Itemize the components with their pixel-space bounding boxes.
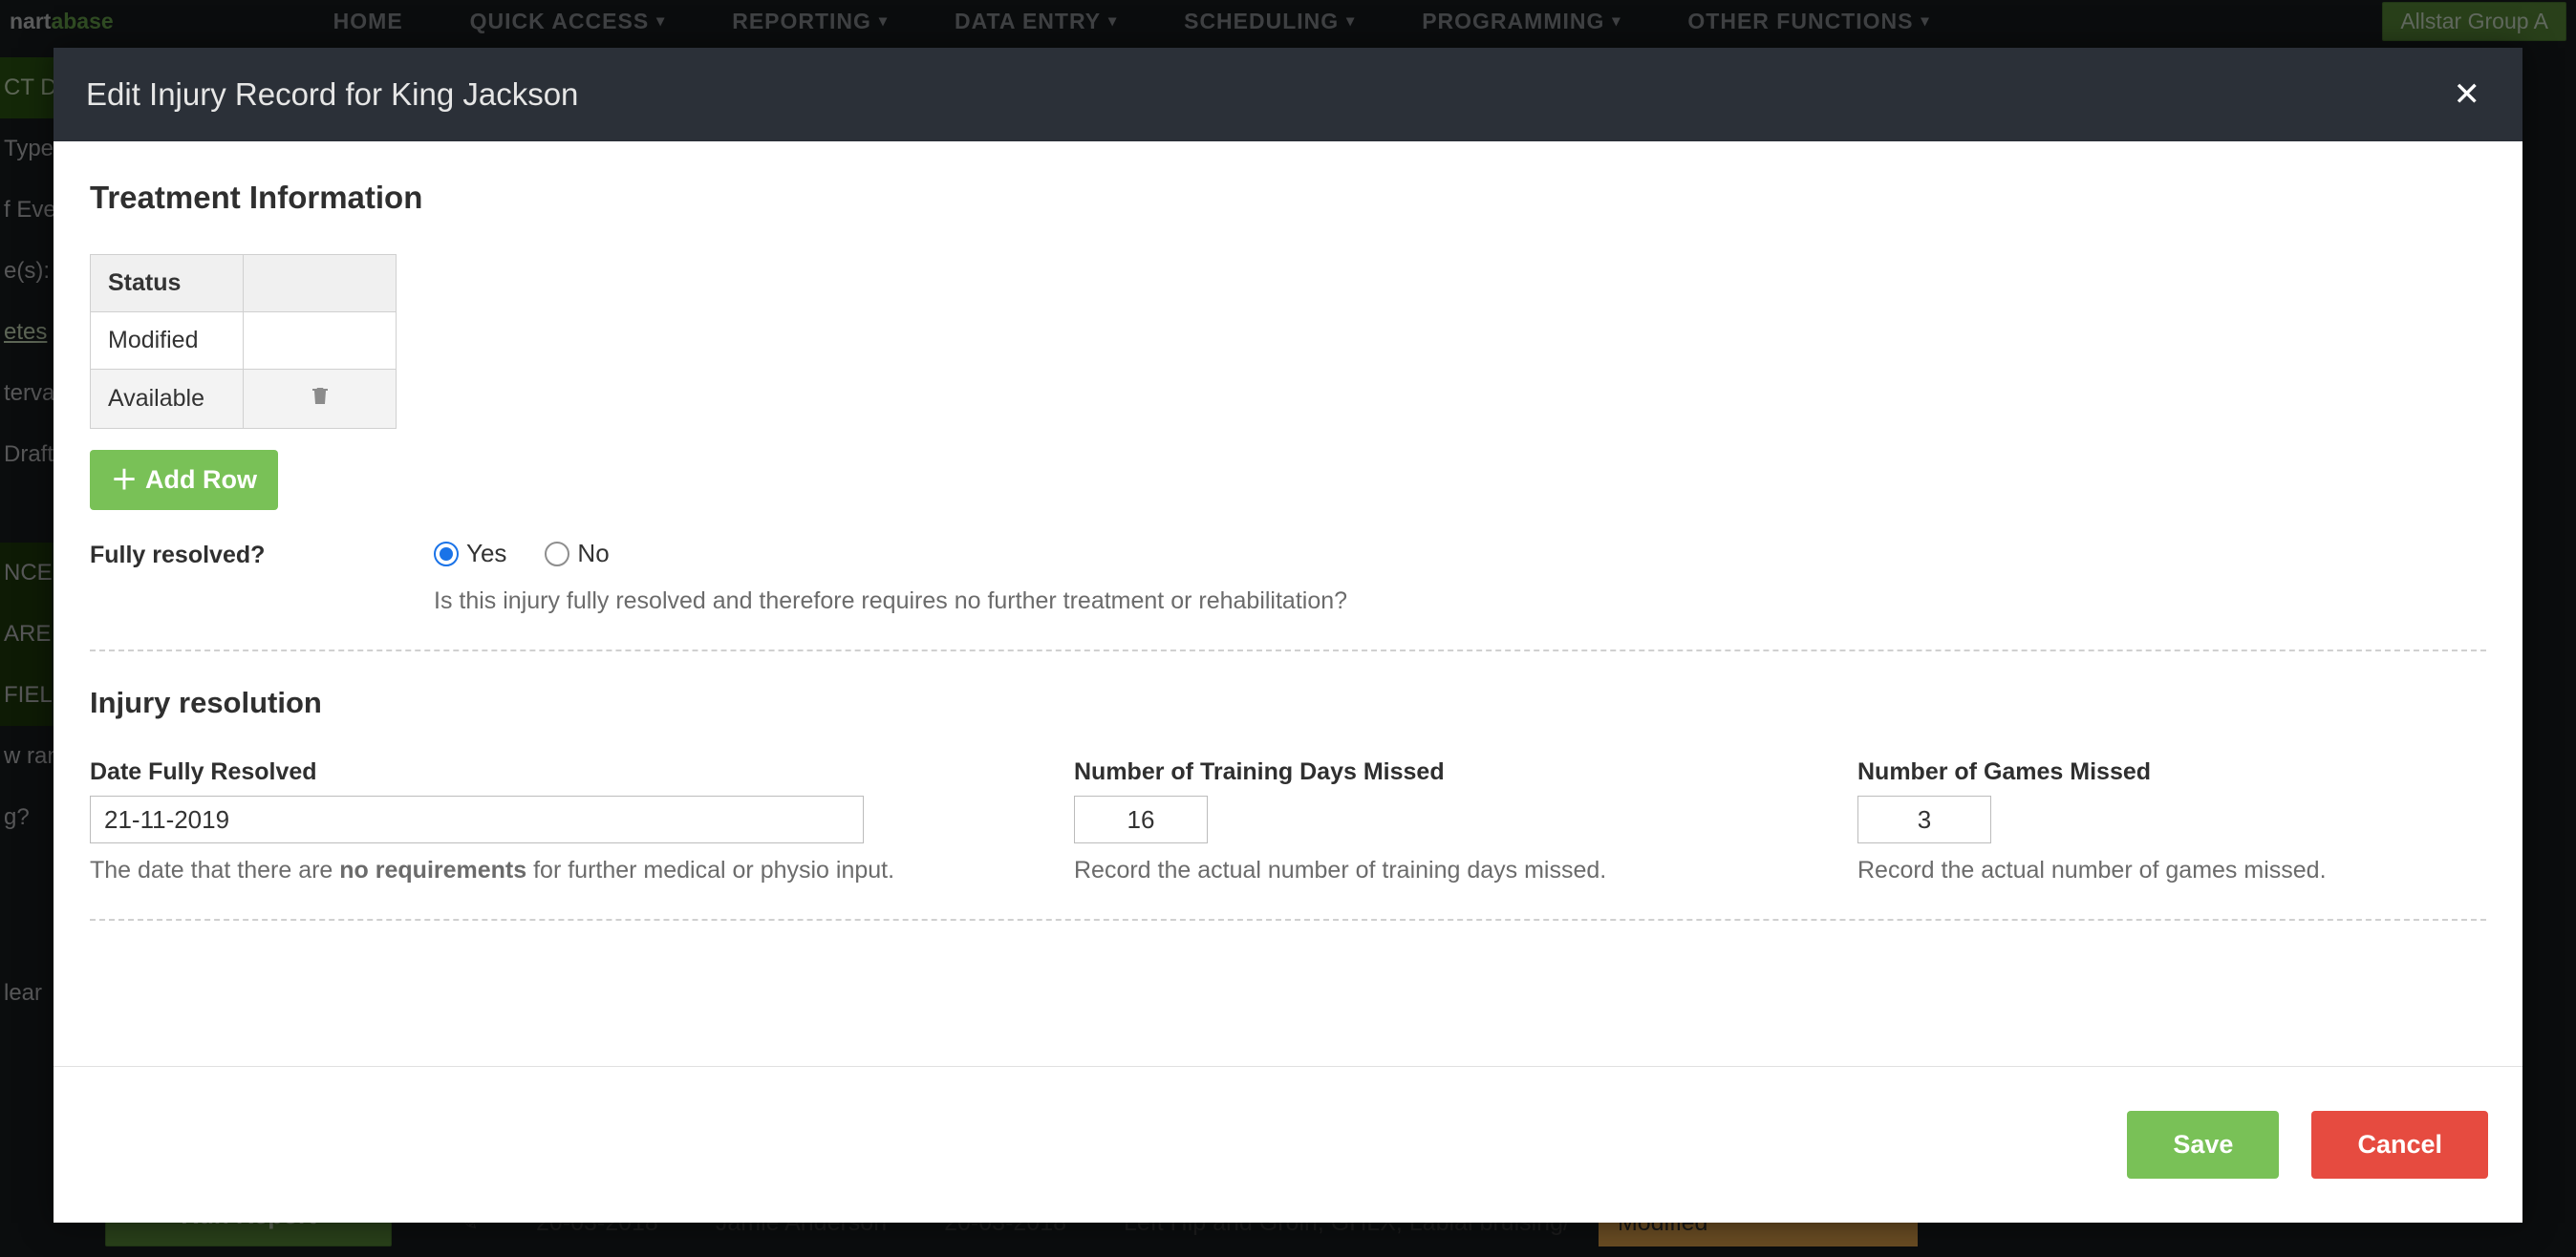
status-cell: Available: [91, 370, 244, 429]
treatment-info-heading: Treatment Information: [90, 180, 2486, 216]
table-row[interactable]: Modified: [91, 312, 397, 370]
cancel-button[interactable]: Cancel: [2311, 1111, 2488, 1179]
training-missed-label: Number of Training Days Missed: [1074, 758, 1829, 786]
status-table: Status Modified Available: [90, 254, 397, 429]
injury-resolution-heading: Injury resolution: [90, 686, 2486, 720]
radio-no[interactable]: No: [545, 539, 609, 568]
date-resolved-label: Date Fully Resolved: [90, 758, 1045, 786]
modal-footer: Save Cancel: [54, 1066, 2522, 1223]
radio-circle-icon: [434, 542, 459, 566]
close-icon[interactable]: ✕: [2444, 66, 2491, 123]
trash-icon[interactable]: [309, 383, 332, 408]
plus-icon: ＋: [111, 467, 138, 494]
modal-header: Edit Injury Record for King Jackson ✕: [54, 48, 2522, 141]
fully-resolved-help: Is this injury fully resolved and theref…: [434, 587, 2486, 615]
add-row-button[interactable]: ＋ Add Row: [90, 450, 278, 510]
status-header: Status: [91, 255, 244, 312]
training-missed-input[interactable]: [1074, 796, 1208, 843]
radio-yes[interactable]: Yes: [434, 539, 506, 568]
section-divider: [90, 650, 2486, 651]
status-header-blank: [244, 255, 397, 312]
add-row-label: Add Row: [145, 465, 257, 495]
radio-circle-icon: [545, 542, 569, 566]
modal-title: Edit Injury Record for King Jackson: [86, 76, 578, 113]
games-missed-help: Record the actual number of games missed…: [1857, 857, 2486, 884]
training-missed-help: Record the actual number of training day…: [1074, 857, 1829, 884]
status-action-cell: [244, 312, 397, 370]
date-resolved-help: The date that there are no requirements …: [90, 857, 1045, 884]
section-divider: [90, 919, 2486, 921]
games-missed-label: Number of Games Missed: [1857, 758, 2486, 786]
games-missed-input[interactable]: [1857, 796, 1991, 843]
date-resolved-input[interactable]: [90, 796, 864, 843]
radio-no-label: No: [577, 539, 609, 568]
save-button[interactable]: Save: [2127, 1111, 2279, 1179]
fully-resolved-label: Fully resolved?: [90, 539, 329, 569]
modal-body: Treatment Information Status Modified Av…: [54, 141, 2522, 1066]
table-row[interactable]: Available: [91, 370, 397, 429]
edit-injury-modal: Edit Injury Record for King Jackson ✕ Tr…: [54, 48, 2522, 1223]
radio-yes-label: Yes: [466, 539, 506, 568]
status-cell: Modified: [91, 312, 244, 370]
